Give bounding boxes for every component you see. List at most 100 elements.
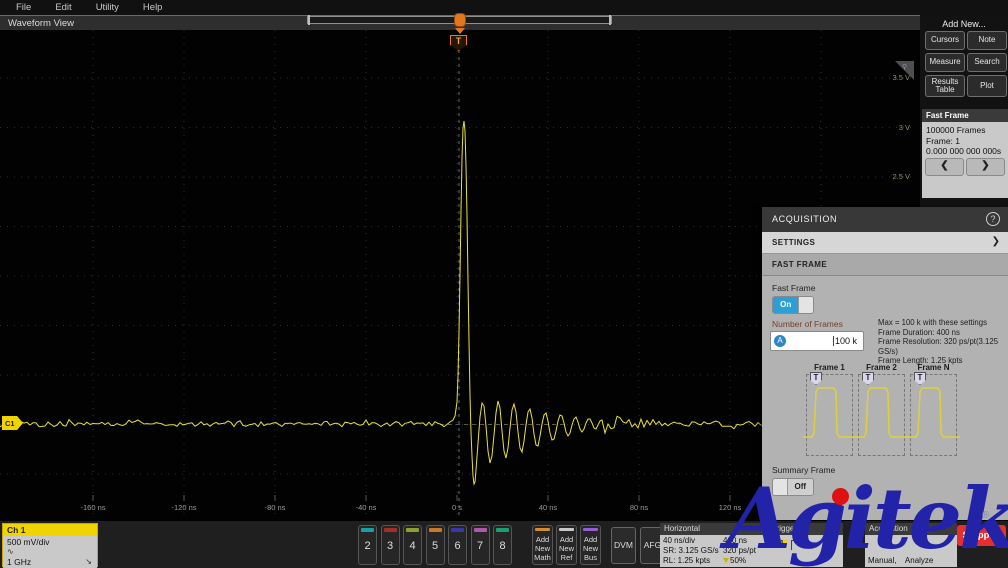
toggle-knob [773, 479, 788, 495]
fast-frame-info-line: Frame Resolution: 320 ps/pt(3.125 GS/s) [878, 337, 999, 356]
acquisition-badge-header: Acquisition [865, 523, 957, 535]
channel-color-stripe [451, 528, 464, 532]
acquisition-panel-title: ACQUISITION [772, 214, 838, 224]
bottom-bar: Ch 1 500 mV/div ∿ 1 GHz ↘ 2 3 4 5 6 7 8 Add New… [0, 520, 1008, 568]
summary-frame-toggle[interactable]: Off [772, 478, 814, 496]
add-new-measure-button[interactable]: Measure [925, 53, 965, 72]
tab-waveform-view[interactable]: Waveform View [8, 18, 74, 29]
trigger-badge-header: Trigger [768, 523, 843, 535]
add-new-ref-button[interactable]: Add New Ref [556, 525, 577, 565]
fast-frame-info-line: Frame Duration: 400 ns [878, 327, 960, 337]
trigger-source-chip: C1 [772, 539, 787, 549]
menu-item-file[interactable]: File [16, 2, 31, 13]
frame-next-button[interactable]: ❯ [966, 158, 1005, 176]
frame-diagram-label: Frame 2 [866, 363, 897, 372]
number-of-frames-input[interactable]: A 100 k [770, 331, 864, 351]
toggle-off-label: Off [787, 479, 813, 495]
horizontal-position: 50% [730, 556, 747, 565]
add-new-cursors-button[interactable]: Cursors [925, 31, 965, 50]
time-tick-label: 120 ns [718, 503, 742, 512]
time-tick-label: 80 ns [629, 503, 649, 512]
channel2-button[interactable]: 2 [358, 525, 377, 565]
channel3-button[interactable]: 3 [380, 525, 400, 565]
channel1-scale: 500 mV/div [7, 537, 50, 547]
acquisition-panel-header: ACQUISITION ? [762, 207, 1008, 232]
fast-frame-status-line: 0.000 000 000 000s [926, 146, 1002, 156]
voltage-tick-label: 3 V [898, 122, 910, 132]
expansion-point-marker[interactable] [454, 13, 466, 27]
run-stop-button[interactable]: Stopped [957, 525, 1006, 546]
channel-color-stripe [361, 528, 374, 532]
add-new-plot-button[interactable]: Plot [967, 75, 1007, 97]
channel-number: 5 [431, 540, 439, 552]
time-tick-label: 40 ns [538, 503, 558, 512]
add-new-note-button[interactable]: Note [967, 31, 1007, 50]
rising-edge-icon [790, 540, 803, 550]
source-color-stripe [583, 528, 598, 531]
dvm-button[interactable]: DVM [611, 527, 636, 564]
frame-previous-button[interactable]: ❮ [925, 158, 964, 176]
channel-number: 7 [476, 540, 484, 552]
channel8-button[interactable]: 8 [493, 525, 512, 565]
fast-frame-label: Fast Frame [772, 283, 816, 293]
channel-number: 8 [499, 540, 506, 552]
frame-diagram-label: Frame N [917, 363, 950, 372]
settings-section-row[interactable]: SETTINGS ❯ [762, 232, 1008, 254]
fast-frame-section-row[interactable]: FAST FRAME [762, 254, 1008, 276]
channel-color-stripe [406, 528, 419, 532]
position-marker-icon [723, 558, 729, 563]
channel-color-stripe [496, 528, 509, 532]
coupling-icon: ∿ [7, 547, 14, 556]
add-source-label: Add New Bus [582, 535, 598, 562]
sample-rate: SR: 3.125 GS/s [663, 546, 719, 555]
horizontal-duration: 400 ns [723, 536, 748, 545]
add-new-bus-button[interactable]: Add New Bus [580, 525, 601, 565]
channel5-button[interactable]: 5 [425, 525, 445, 565]
zoom-corner-handle[interactable]: ⚲ [895, 61, 914, 80]
horizontal-badge-header: Horizontal [660, 523, 768, 535]
frame-diagram-box: T [907, 372, 960, 456]
oscilloscope-app: File Edit Utility Help Waveform View -16… [0, 0, 1008, 568]
trigger-badge[interactable]: Trigger C1 [768, 523, 843, 567]
add-source-label: Add New Math [534, 535, 551, 562]
add-new-search-button[interactable]: Search [967, 53, 1007, 72]
channel4-button[interactable]: 4 [403, 525, 422, 565]
probe-icon: ↘ [85, 557, 92, 566]
number-of-frames-label: Number of Frames [772, 319, 843, 329]
voltage-tick-label: 2.5 V [892, 172, 910, 181]
channel1-badge[interactable]: Ch 1 500 mV/div ∿ 1 GHz ↘ [2, 523, 98, 568]
fast-frame-info-text: Max = 100 k with these settings Frame Dur… [878, 318, 1008, 366]
menu-item-utility[interactable]: Utility [96, 2, 119, 13]
fast-frame-toggle[interactable]: On [772, 296, 814, 314]
horizontal-scale: 40 ns/div [663, 536, 696, 545]
number-of-frames-value: 100 k [832, 336, 857, 346]
menu-item-help[interactable]: Help [143, 2, 163, 13]
fast-frame-status-line: Frame: 1 [926, 135, 961, 146]
source-color-stripe [535, 528, 550, 531]
acquisition-mode: Manual, Analyze [868, 556, 934, 565]
acquisition-badge[interactable]: Acquisition Manual, Analyze Sample: 12 b… [865, 523, 957, 567]
time-tick-label: 0 s [451, 503, 463, 512]
time-tick-label: -120 ns [171, 503, 197, 512]
add-new-results-table-button[interactable]: Results Table [925, 75, 965, 97]
fast-frame-info-line: Max = 100 k with these settings [878, 318, 987, 327]
channel-number: 4 [409, 540, 416, 552]
record-length: RL: 1.25 kpts [663, 556, 711, 565]
menu-item-edit[interactable]: Edit [55, 2, 71, 13]
channel6-button[interactable]: 6 [448, 525, 467, 565]
add-source-label: Add New Ref [558, 535, 574, 562]
frame-diagram-box: T [855, 372, 908, 456]
fast-frame-row-label: FAST FRAME [772, 260, 828, 269]
channel7-button[interactable]: 7 [470, 525, 490, 565]
acquisition-panel: ACQUISITION ? SETTINGS ❯ FAST FRAME Fast… [762, 207, 1008, 520]
chevron-right-icon: ❯ [991, 236, 1000, 247]
time-tick-label: -80 ns [264, 503, 286, 512]
frame-diagram-box: T [803, 372, 856, 456]
frame-diagram-label: Frame 1 [814, 363, 845, 372]
time-tick-label: -40 ns [355, 503, 377, 512]
channel-number: 6 [454, 540, 461, 552]
help-icon[interactable]: ? [986, 212, 1000, 226]
add-new-math-button[interactable]: Add New Math [532, 525, 553, 565]
sample-resolution: 320 ps/pt [723, 546, 756, 555]
horizontal-badge[interactable]: Horizontal 40 ns/div 400 ns SR: 3.125 GS/… [660, 523, 768, 567]
